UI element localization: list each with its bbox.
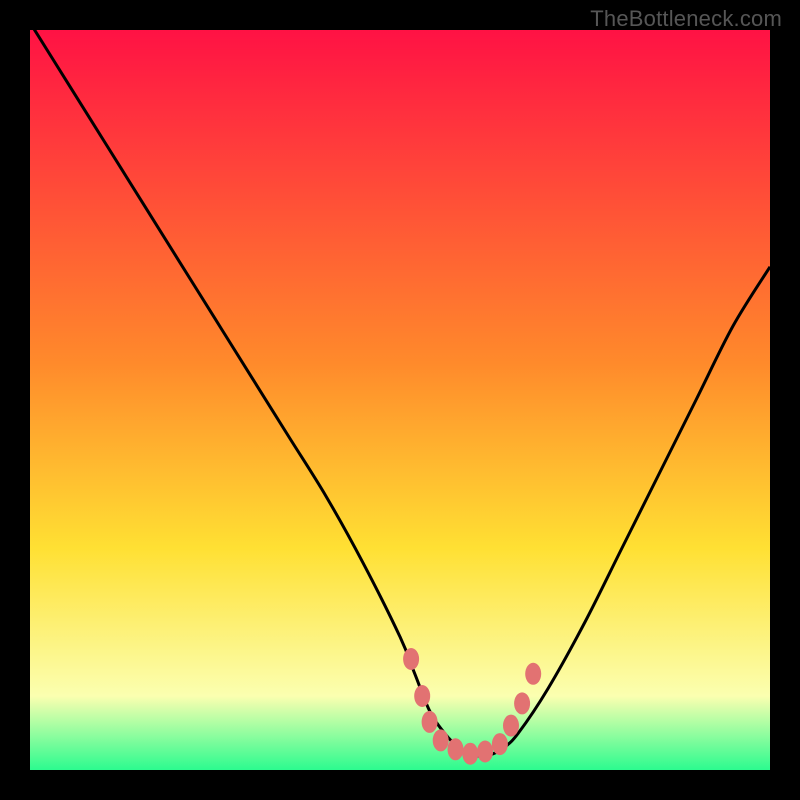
curve-marker <box>422 711 438 733</box>
chart-frame: TheBottleneck.com <box>0 0 800 800</box>
curve-marker <box>433 729 449 751</box>
curve-marker <box>462 743 478 765</box>
gradient-background <box>30 30 770 770</box>
curve-marker <box>448 738 464 760</box>
curve-marker <box>403 648 419 670</box>
curve-marker <box>514 692 530 714</box>
curve-marker <box>477 741 493 763</box>
curve-marker <box>503 715 519 737</box>
watermark-text: TheBottleneck.com <box>590 6 782 32</box>
curve-marker <box>492 733 508 755</box>
chart-svg <box>30 30 770 770</box>
curve-marker <box>414 685 430 707</box>
curve-marker <box>525 663 541 685</box>
plot-area <box>30 30 770 770</box>
